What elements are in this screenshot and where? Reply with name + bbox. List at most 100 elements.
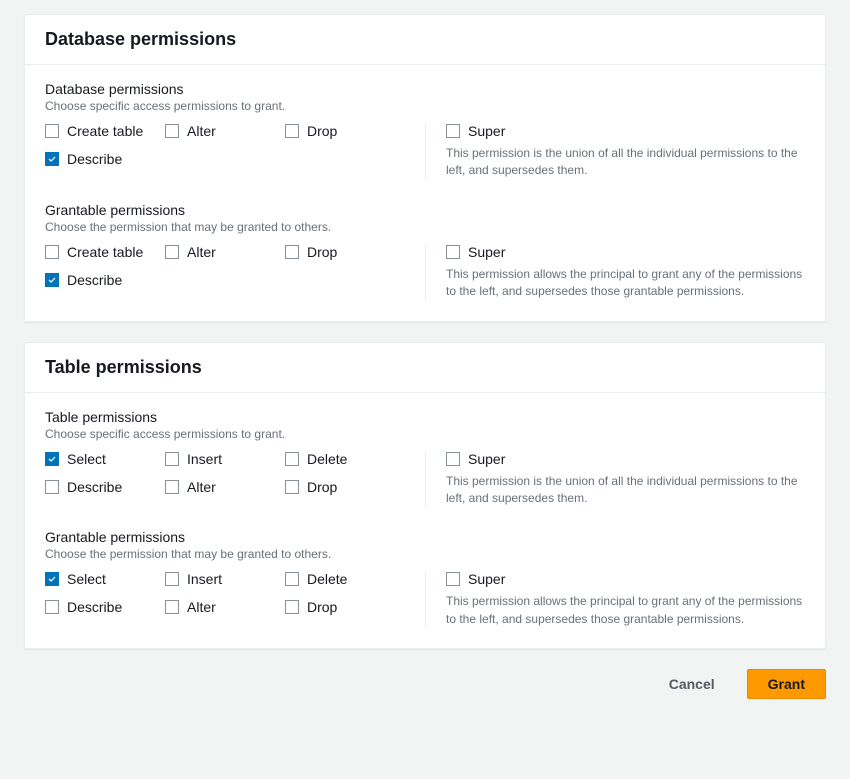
checkbox[interactable] [165, 572, 179, 586]
perm-right: Super This permission is the union of al… [425, 123, 805, 180]
checkbox-label: Create table [67, 123, 143, 139]
checkbox[interactable] [285, 600, 299, 614]
super-checkbox-row[interactable]: Super [446, 451, 805, 467]
checkbox[interactable] [45, 124, 59, 138]
tbl-grantable-section: Grantable permissions Choose the permiss… [45, 529, 805, 628]
section-gap [45, 507, 805, 529]
super-desc: This permission allows the principal to … [446, 593, 805, 628]
checkbox[interactable] [45, 480, 59, 494]
permission-checkbox-row[interactable]: Describe [45, 479, 165, 495]
panel-body: Database permissions Choose specific acc… [25, 65, 825, 321]
table-permissions-panel: Table permissions Table permissions Choo… [24, 342, 826, 650]
permission-checkbox-row[interactable]: Alter [165, 244, 285, 260]
checkbox-label: Create table [67, 244, 143, 260]
checkbox[interactable] [285, 245, 299, 259]
perm-right: Super This permission is the union of al… [425, 451, 805, 508]
checkbox-label: Describe [67, 479, 122, 495]
checkbox[interactable] [165, 600, 179, 614]
checkmark-icon [47, 454, 57, 464]
checkbox-label: Super [468, 244, 505, 260]
checkbox-label: Super [468, 451, 505, 467]
checkbox-label: Delete [307, 451, 347, 467]
permission-checkbox-row[interactable]: Drop [285, 479, 405, 495]
checkbox-label: Drop [307, 479, 337, 495]
checkbox-label: Describe [67, 151, 122, 167]
super-checkbox-row[interactable]: Super [446, 123, 805, 139]
db-permissions-section: Database permissions Choose specific acc… [45, 81, 805, 180]
permission-checkbox-row[interactable]: Alter [165, 479, 285, 495]
tbl-permissions-section: Table permissions Choose specific access… [45, 409, 805, 508]
permission-checkbox-row[interactable]: Create table [45, 244, 165, 260]
checkbox[interactable] [165, 124, 179, 138]
permission-checkbox-row[interactable]: Describe [45, 151, 165, 167]
permission-checkbox-row[interactable]: Alter [165, 123, 285, 139]
checkbox[interactable] [285, 452, 299, 466]
perm-left: Create table Alter Drop Describe [45, 123, 425, 180]
permission-checkbox-row[interactable]: Insert [165, 451, 285, 467]
checkbox-label: Select [67, 571, 106, 587]
perm-left: Select InsertDelete Describe Alter Drop [45, 571, 425, 628]
perm-left: Create table Alter Drop Describe [45, 244, 425, 301]
checkbox[interactable] [45, 572, 59, 586]
permission-checkbox-row[interactable]: Insert [165, 571, 285, 587]
permission-checkbox-row[interactable]: Create table [45, 123, 165, 139]
perm-grid: Select Insert Delete Describe Alter Drop [45, 451, 405, 495]
checkbox[interactable] [285, 480, 299, 494]
super-desc: This permission allows the principal to … [446, 266, 805, 301]
section-title: Database permissions [45, 81, 805, 97]
checkbox[interactable] [165, 245, 179, 259]
checkbox[interactable] [45, 600, 59, 614]
checkbox[interactable] [45, 152, 59, 166]
checkbox[interactable] [285, 124, 299, 138]
checkbox-label: Describe [67, 599, 122, 615]
perm-block: Select InsertDelete Describe Alter Drop Supe… [45, 571, 805, 628]
checkbox[interactable] [45, 452, 59, 466]
perm-grid: Create table Alter Drop Describe [45, 123, 405, 167]
perm-left: Select Insert Delete Describe Alter Drop [45, 451, 425, 508]
super-desc: This permission is the union of all the … [446, 473, 805, 508]
perm-block: Create table Alter Drop Describe Super This… [45, 244, 805, 301]
checkbox[interactable] [446, 572, 460, 586]
checkbox[interactable] [285, 572, 299, 586]
perm-grid: Select InsertDelete Describe Alter Drop [45, 571, 405, 615]
cancel-button[interactable]: Cancel [649, 670, 735, 698]
checkbox[interactable] [446, 124, 460, 138]
section-hint: Choose specific access permissions to gr… [45, 427, 805, 441]
permission-checkbox-row[interactable]: Describe [45, 599, 165, 615]
permission-checkbox-row[interactable]: Drop [285, 123, 405, 139]
permission-checkbox-row[interactable]: Delete [285, 571, 405, 587]
permission-checkbox-row[interactable]: Delete [285, 451, 405, 467]
grant-button[interactable]: Grant [747, 669, 826, 699]
permission-checkbox-row[interactable]: Alter [165, 599, 285, 615]
checkbox[interactable] [45, 245, 59, 259]
panel-body: Table permissions Choose specific access… [25, 393, 825, 649]
permission-checkbox-row[interactable]: Select [45, 451, 165, 467]
checkbox-label: Alter [187, 479, 216, 495]
checkbox[interactable] [165, 452, 179, 466]
checkbox[interactable] [446, 245, 460, 259]
section-title: Grantable permissions [45, 529, 805, 545]
checkbox-label: Alter [187, 123, 216, 139]
permission-checkbox-row[interactable]: Drop [285, 599, 405, 615]
checkmark-icon [47, 574, 57, 584]
super-checkbox-row[interactable]: Super [446, 244, 805, 260]
checkbox[interactable] [446, 452, 460, 466]
perm-block: Select Insert Delete Describe Alter Drop Supe… [45, 451, 805, 508]
db-grantable-section: Grantable permissions Choose the permiss… [45, 202, 805, 301]
permission-checkbox-row[interactable]: Select [45, 571, 165, 587]
checkbox-label: Drop [307, 599, 337, 615]
checkbox-label: Drop [307, 244, 337, 260]
perm-grid: Create table Alter Drop Describe [45, 244, 405, 288]
checkbox-label: Select [67, 451, 106, 467]
panel-header: Table permissions [25, 343, 825, 393]
permission-checkbox-row[interactable]: Drop [285, 244, 405, 260]
panel-header: Database permissions [25, 15, 825, 65]
checkbox[interactable] [45, 273, 59, 287]
permission-checkbox-row[interactable]: Describe [45, 272, 165, 288]
checkbox-label: Drop [307, 123, 337, 139]
checkbox-label: Super [468, 571, 505, 587]
super-checkbox-row[interactable]: Super [446, 571, 805, 587]
perm-right: Super This permission allows the princip… [425, 571, 805, 628]
checkbox[interactable] [165, 480, 179, 494]
checkbox-label: Alter [187, 599, 216, 615]
